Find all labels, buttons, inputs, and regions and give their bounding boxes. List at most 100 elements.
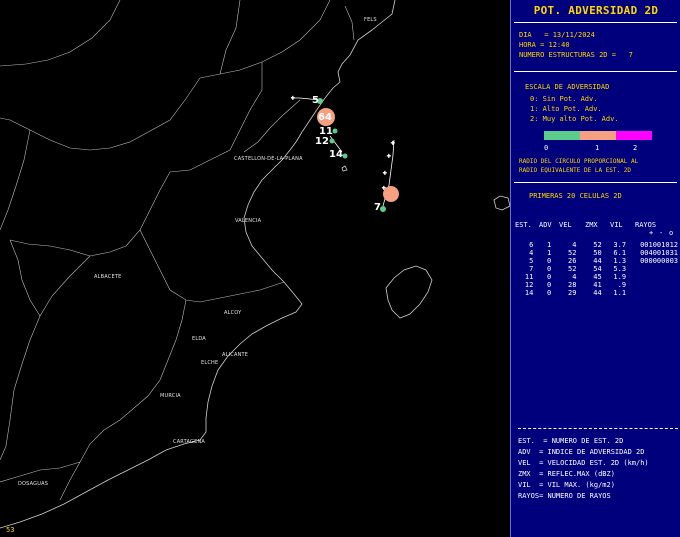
table-cell: 52: [568, 249, 577, 257]
table-cell: 1.9: [613, 273, 627, 281]
table-row: 5 0 26 44 1.3 000000003: [515, 257, 680, 265]
cell-tracks: + + + + +: [291, 95, 395, 207]
track-mark: +: [387, 153, 391, 160]
time-line: HORA = 12:40: [519, 41, 570, 49]
cell-label-6: 6: [318, 112, 325, 123]
radius-note-2: RADIO EQUIVALENTE DE LA EST. 2D: [519, 167, 631, 174]
cell-marker-12[interactable]: [329, 138, 335, 144]
table-cell: 0: [547, 273, 552, 281]
city-label: ALBACETE: [94, 274, 121, 280]
table-cell: 52: [593, 241, 602, 249]
border: [9, 171, 171, 257]
coastline: [0, 0, 396, 529]
table-cell: 50: [593, 249, 602, 257]
table-cell: [628, 273, 680, 281]
table-cell: 7: [529, 265, 534, 273]
islet: [341, 165, 348, 172]
cell-marker-14[interactable]: [342, 153, 348, 159]
table-cell: 3.7: [613, 241, 627, 249]
table-cell: 54: [593, 265, 602, 273]
cell-label-4: 4: [325, 112, 332, 123]
table-row: 4 1 52 50 6.1 004001031: [515, 249, 680, 257]
island-mallorca: [385, 265, 433, 319]
cell-marker-4-offshore[interactable]: [383, 186, 399, 202]
border: [0, 77, 201, 151]
table-row: 7 0 52 54 5.3: [515, 265, 680, 273]
border: [344, 5, 355, 41]
date-line: DIA = 13/11/2024: [519, 31, 595, 39]
city-label: CASTELLON-DE-LA-PLANA: [234, 156, 303, 162]
border: [139, 229, 285, 303]
table-cell: 4: [572, 273, 577, 281]
table-cell: 4: [572, 241, 577, 249]
table-cell: .9: [617, 281, 627, 289]
table-row: 11 0 4 45 1.9: [515, 273, 680, 281]
border: [59, 299, 187, 501]
table-cell: 12: [524, 281, 534, 289]
table-cell: 4: [529, 249, 534, 257]
table-cell: 0: [547, 265, 552, 273]
table-cell: 11: [524, 273, 534, 281]
radius-note-1: RADIO DEL CIRCULO PROPORCIONAL AL: [519, 158, 639, 165]
legend-divider: [518, 428, 678, 429]
storm-cells: 5 6 4 11 12 14 7: [312, 95, 399, 213]
legend-line: ZMX = REFLEC.MAX (dBZ): [518, 470, 615, 478]
panel-title: POT. ADVERSIDAD 2D: [533, 4, 659, 17]
cell-label-12: 12: [315, 136, 329, 147]
legend-line: VIL = VIL MAX. (kg/m2): [518, 481, 615, 489]
rayos-sub-minus: -: [659, 229, 664, 237]
track-mark: +: [291, 95, 295, 102]
table-cell: 44: [593, 289, 602, 297]
border: [0, 0, 121, 67]
legend-line: RAYOS= NUMERO DE RAYOS: [518, 492, 611, 500]
rayos-sub-o: o: [669, 229, 674, 237]
city-label: FELS: [364, 17, 377, 23]
city-label: ELCHE: [201, 360, 218, 366]
col-est: EST.: [515, 221, 532, 229]
table-cell: 41: [593, 281, 602, 289]
radar-map[interactable]: FELS CASTELLON-DE-LA-PLANA VALENCIA ALBA…: [0, 0, 510, 537]
scale-bar-0: [544, 131, 580, 140]
table-cell: 004001031: [640, 249, 678, 257]
coastline-group: [0, 0, 510, 529]
city-label: MURCIA: [160, 393, 181, 399]
table-cell: 1: [547, 241, 552, 249]
table-cell: 0: [547, 289, 552, 297]
legend-line: EST. = NUMERO DE EST. 2D: [518, 437, 624, 445]
rayos-sub-plus: +: [649, 229, 654, 237]
border: [9, 239, 41, 317]
table-cell: 000000003: [640, 257, 678, 265]
scale-title: ESCALA DE ADVERSIDAD: [525, 83, 610, 91]
col-vil: VIL: [610, 221, 623, 229]
frame-number: 53: [6, 526, 15, 534]
scale-item-1: 1: Alto Pot. Adv.: [530, 105, 602, 113]
table-cell: 0: [547, 257, 552, 265]
table-cell: 44: [593, 257, 602, 265]
scale-bar-2: [616, 131, 652, 140]
table-row: 14 0 29 44 1.1: [515, 289, 680, 297]
table-cell: 26: [568, 257, 577, 265]
border: [199, 0, 331, 79]
col-adv: ADV: [539, 221, 552, 229]
city-label: VALENCIA: [235, 218, 262, 224]
cell-label-14: 14: [329, 149, 343, 160]
table-row: 6 1 4 52 3.7 001001012: [515, 241, 680, 249]
table-cell: 29: [568, 289, 577, 297]
city-label: ELDA: [192, 336, 206, 342]
scale-tick-2: 2: [633, 144, 638, 152]
border: [219, 0, 241, 75]
city-labels: FELS CASTELLON-DE-LA-PLANA VALENCIA ALBA…: [18, 17, 377, 487]
table-cell: 001001012: [640, 241, 678, 249]
table-cell: 52: [568, 265, 577, 273]
track-mark: +: [391, 140, 395, 147]
city-label: ALCOY: [224, 310, 242, 316]
legend-line: ADV = INDICE DE ADVERSIDAD 2D: [518, 448, 645, 456]
border: [243, 99, 301, 153]
table-cell: 14: [524, 289, 534, 297]
cell-marker-11[interactable]: [332, 128, 338, 134]
table-cell: 5.3: [613, 265, 627, 273]
island-menorca: [493, 195, 510, 211]
map-canvas: FELS CASTELLON-DE-LA-PLANA VALENCIA ALBA…: [0, 0, 510, 529]
col-rayos: RAYOS: [635, 221, 657, 229]
col-zmx: ZMX: [585, 221, 598, 229]
